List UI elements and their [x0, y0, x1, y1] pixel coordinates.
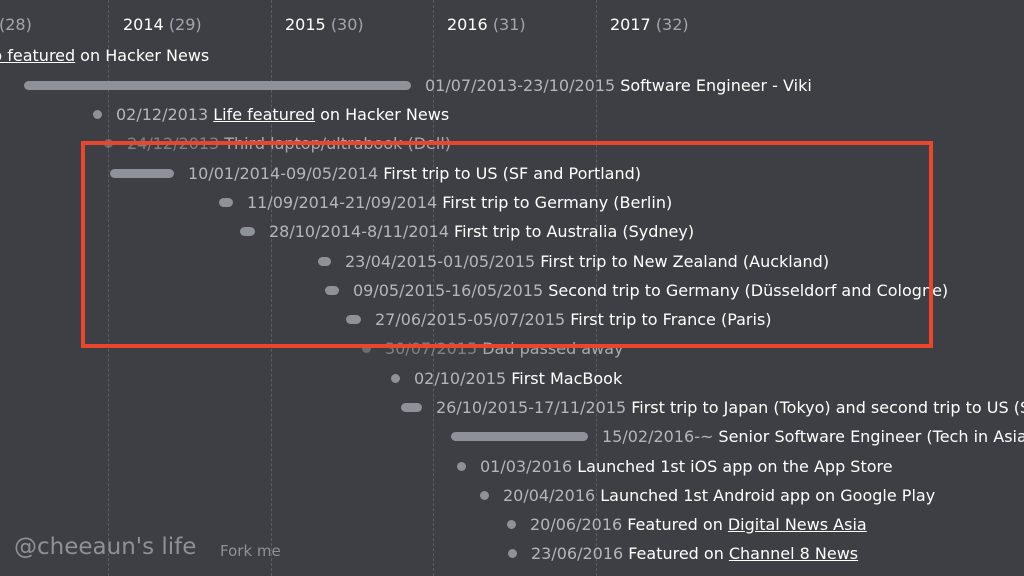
year-label-2015: 2015 (30) [285, 15, 364, 34]
fork-me-link[interactable]: Fork me [220, 542, 281, 560]
event-dot[interactable] [104, 138, 113, 148]
event-duration-bar[interactable] [318, 256, 331, 266]
event-row: 28/10/2014-8/11/2014 First trip to Austr… [240, 220, 694, 242]
event-row: 02/10/2015 First MacBook [391, 367, 622, 389]
event-date: 30/07/2015 [385, 338, 478, 358]
event-row: 23/06/2016 Featured on Channel 8 News [508, 542, 858, 564]
event-duration-bar[interactable] [451, 431, 588, 441]
event-date: 28/10/2014-8/11/2014 [269, 221, 450, 241]
event-row: 26/10/2015-17/11/2015 First trip to Japa… [401, 396, 1024, 418]
event-row-partial: b featured on Hacker News [0, 44, 209, 66]
event-row: 27/06/2015-05/07/2015 First trip to Fran… [346, 308, 772, 330]
event-date: 09/05/2015-16/05/2015 [353, 280, 544, 300]
year: 2016 [447, 15, 488, 34]
year-count: (28) [0, 15, 32, 34]
site-title[interactable]: @cheeaun's life [14, 534, 196, 560]
event-title: First trip to France (Paris) [570, 309, 772, 329]
event-title: Dad passed away [482, 338, 624, 358]
event-date: 20/06/2016 [530, 514, 623, 534]
year-count: (29) [168, 15, 202, 34]
event-duration-bar[interactable] [401, 402, 422, 412]
event-title: Featured on [628, 543, 724, 563]
event-duration-bar[interactable] [24, 80, 411, 90]
event-row: 02/12/2013 Life featured on Hacker News [93, 103, 449, 125]
event-title: on Hacker News [80, 45, 210, 65]
event-dot[interactable] [457, 461, 466, 471]
event-row: 10/01/2014-09/05/2014 First trip to US (… [110, 162, 641, 184]
event-row: 20/04/2016 Launched 1st Android app on G… [480, 484, 935, 506]
event-date: 24/12/2013 [127, 133, 220, 153]
event-duration-bar[interactable] [110, 168, 174, 178]
event-title: Launched 1st Android app on Google Play [600, 485, 936, 505]
event-date: 26/10/2015-17/11/2015 [436, 397, 627, 417]
event-link[interactable]: Life featured [213, 105, 315, 124]
year: 2014 [123, 15, 164, 34]
year-count: (30) [330, 15, 364, 34]
event-row: 23/04/2015-01/05/2015 First trip to New … [318, 250, 829, 272]
event-dot[interactable] [480, 490, 489, 500]
event-title: Third laptop/ultrabook (Dell) [224, 133, 451, 153]
event-title: First trip to US (SF and Portland) [383, 163, 641, 183]
event-dot[interactable] [508, 548, 517, 558]
event-row: 11/09/2014-21/09/2014 First trip to Germ… [219, 191, 672, 213]
event-title: Featured on [627, 514, 723, 534]
event-date: 02/12/2013 [116, 104, 209, 124]
event-date: 02/10/2015 [414, 368, 507, 388]
event-row: 30/07/2015 Dad passed away [362, 337, 623, 359]
year-label-2016: 2016 (31) [447, 15, 526, 34]
year: 2017 [610, 15, 651, 34]
event-date: 11/09/2014-21/09/2014 [247, 192, 438, 212]
event-row: 24/12/2013 Third laptop/ultrabook (Dell) [104, 132, 451, 154]
event-dot[interactable] [362, 343, 371, 353]
year-label-2014: 2014 (29) [123, 15, 202, 34]
event-date: 27/06/2015-05/07/2015 [375, 309, 566, 329]
event-date: 20/04/2016 [503, 485, 596, 505]
event-title: First trip to New Zealand (Auckland) [540, 251, 830, 271]
event-title: First trip to Germany (Berlin) [442, 192, 673, 212]
event-title: Senior Software Engineer (Tech in Asia) [718, 426, 1024, 446]
event-row: 15/02/2016-~ Senior Software Engineer (T… [451, 425, 1024, 447]
event-duration-bar[interactable] [219, 197, 233, 207]
event-dot[interactable] [391, 373, 400, 383]
event-date: 15/02/2016-~ [602, 426, 714, 446]
year-label-2013: (28) [0, 15, 32, 34]
event-date: 10/01/2014-09/05/2014 [188, 163, 379, 183]
event-row: 09/05/2015-16/05/2015 Second trip to Ger… [325, 279, 948, 301]
year-label-2017: 2017 (32) [610, 15, 689, 34]
event-row: 01/07/2013-23/10/2015 Software Engineer … [24, 74, 812, 96]
event-row: 01/03/2016 Launched 1st iOS app on the A… [457, 455, 893, 477]
year-count: (31) [492, 15, 526, 34]
event-link[interactable]: Channel 8 News [729, 544, 858, 563]
event-duration-bar[interactable] [325, 285, 339, 295]
year-count: (32) [655, 15, 689, 34]
event-title: Software Engineer - Viki [620, 75, 812, 95]
event-date: 23/04/2015-01/05/2015 [345, 251, 536, 271]
event-dot[interactable] [507, 519, 516, 529]
event-link[interactable]: Digital News Asia [728, 515, 867, 534]
event-date: 01/07/2013-23/10/2015 [425, 75, 616, 95]
event-date: 23/06/2016 [531, 543, 624, 563]
event-title: First MacBook [511, 368, 623, 388]
event-dot[interactable] [93, 109, 102, 119]
event-title: First trip to Japan (Tokyo) and second t… [631, 397, 1024, 417]
event-title: on Hacker News [320, 104, 450, 124]
event-title: Launched 1st iOS app on the App Store [577, 456, 893, 476]
event-title: Second trip to Germany (Düsseldorf and C… [548, 280, 949, 300]
year: 2015 [285, 15, 326, 34]
event-duration-bar[interactable] [346, 314, 361, 324]
event-date: 01/03/2016 [480, 456, 573, 476]
event-row: 20/06/2016 Featured on Digital News Asia [507, 513, 867, 535]
event-duration-bar[interactable] [240, 226, 255, 236]
event-link[interactable]: b featured [0, 46, 75, 65]
event-title: First trip to Australia (Sydney) [454, 221, 695, 241]
